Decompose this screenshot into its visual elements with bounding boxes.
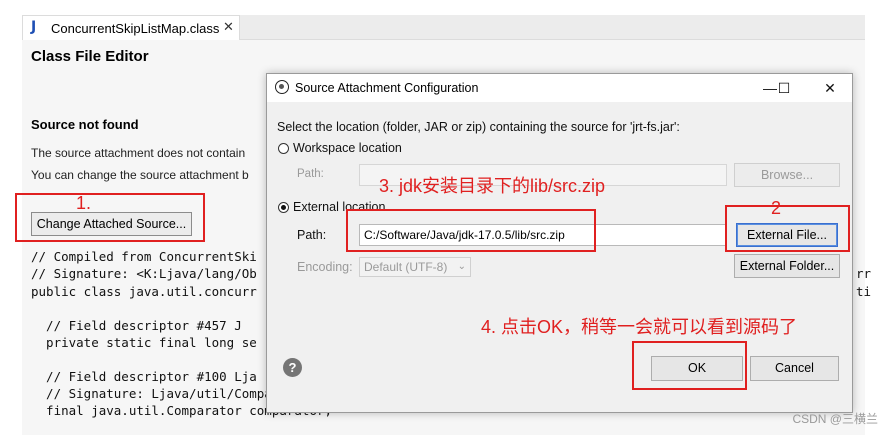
encoding-select: Default (UTF-8) ⌄ bbox=[359, 257, 471, 277]
page-title: Class File Editor bbox=[31, 48, 149, 65]
dialog-instruction: Select the location (folder, JAR or zip)… bbox=[277, 120, 680, 134]
external-path-label: Path: bbox=[297, 228, 327, 242]
code-clipped-fragment: rr bbox=[856, 266, 872, 281]
close-icon[interactable]: ✕ bbox=[223, 19, 234, 35]
workspace-location-label[interactable]: Workspace location bbox=[293, 141, 402, 155]
encoding-label: Encoding: bbox=[297, 260, 353, 274]
close-button[interactable]: ✕ bbox=[815, 77, 845, 99]
annotation-step3: 3. jdk安装目录下的lib/src.zip bbox=[379, 176, 606, 196]
external-folder-button[interactable]: External Folder... bbox=[734, 254, 840, 278]
code-line: private static final long se bbox=[31, 335, 257, 350]
source-not-found-heading: Source not found bbox=[31, 117, 139, 132]
dialog-titlebar: Source Attachment Configuration — ☐ ✕ bbox=[267, 74, 852, 102]
tab-title: ConcurrentSkipListMap.class bbox=[51, 21, 220, 36]
chevron-down-icon: ⌄ bbox=[457, 261, 466, 272]
annotation-box-step1 bbox=[15, 193, 205, 242]
code-line: // Field descriptor #100 Lja bbox=[31, 369, 257, 384]
java-class-icon: J bbox=[31, 19, 37, 35]
source-message-line-1: The source attachment does not contain bbox=[31, 146, 246, 160]
annotation-step1: 1. bbox=[76, 193, 92, 213]
help-icon[interactable]: ? bbox=[283, 358, 302, 377]
external-location-radio[interactable] bbox=[278, 202, 289, 213]
dialog-title: Source Attachment Configuration bbox=[295, 81, 479, 95]
workspace-location-radio[interactable] bbox=[278, 143, 289, 154]
annotation-step2: 2 bbox=[771, 198, 782, 218]
code-line: // Signature: <K:Ljava/lang/Ob bbox=[31, 266, 257, 281]
cancel-button[interactable]: Cancel bbox=[750, 356, 839, 381]
source-message-line-2: You can change the source attachment b bbox=[31, 168, 249, 182]
tab-concurrent-skip-list-map[interactable]: J ConcurrentSkipListMap.class ✕ bbox=[22, 15, 240, 40]
code-line: public class java.util.concurr bbox=[31, 284, 257, 299]
maximize-button[interactable]: ☐ bbox=[769, 77, 799, 99]
editor-tab-strip: J ConcurrentSkipListMap.class ✕ bbox=[0, 0, 890, 40]
eclipse-icon bbox=[275, 80, 289, 94]
annotation-step4: 4. 点击OK，稍等一会就可以看到源码了 bbox=[481, 317, 798, 337]
watermark: CSDN @三横兰 bbox=[792, 412, 878, 426]
browse-button[interactable]: Browse... bbox=[734, 163, 840, 187]
code-clipped-fragment: ti bbox=[856, 284, 872, 299]
code-line: // Compiled from ConcurrentSki bbox=[31, 249, 257, 264]
code-line: // Field descriptor #457 J bbox=[31, 318, 242, 333]
annotation-box-ok bbox=[632, 341, 747, 390]
annotation-box-step2 bbox=[725, 205, 850, 252]
workspace-path-label: Path: bbox=[297, 168, 324, 180]
annotation-box-path bbox=[346, 209, 596, 252]
encoding-value: Default (UTF-8) bbox=[364, 260, 448, 274]
